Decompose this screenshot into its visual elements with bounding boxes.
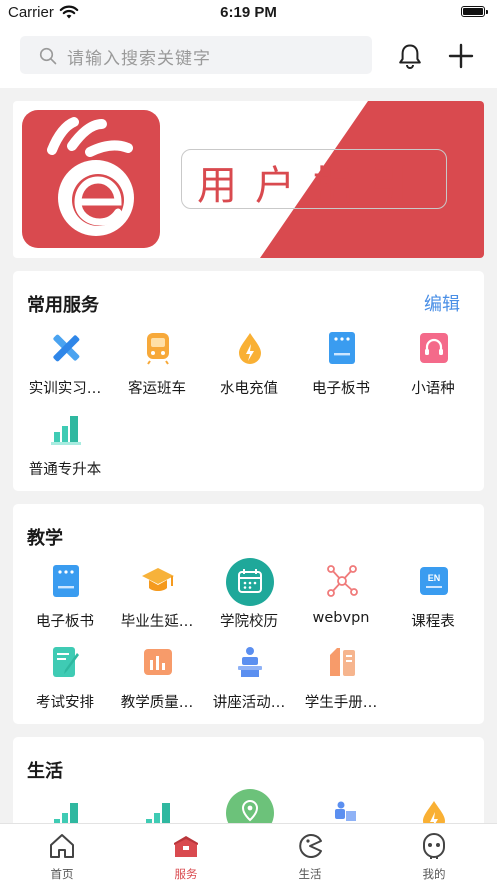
en-board-icon: EN	[420, 567, 448, 595]
service-item[interactable]: 小语种	[387, 331, 479, 401]
speaker-podium-icon	[238, 647, 262, 677]
service-item[interactable]: 电子板书	[19, 564, 111, 634]
tab-life[interactable]: 生活	[248, 824, 372, 884]
service-item[interactable]: 讲座活动…	[203, 645, 295, 715]
svg-text:EN: EN	[428, 573, 441, 583]
ruler-pencil-icon	[53, 334, 80, 362]
e-board-icon	[53, 565, 79, 597]
service-item[interactable]: 普通专升本	[19, 412, 111, 482]
train-icon	[147, 333, 169, 365]
bar-chart-icon	[51, 416, 81, 445]
teaching-card: 教学 电子板书 毕业生延… 学院校历 webvpn EN 课程表 考试安排 教学…	[13, 504, 484, 724]
app-logo	[22, 110, 160, 248]
search-input[interactable]: 请输入搜索关键字	[20, 36, 372, 74]
network-icon	[327, 565, 358, 597]
service-item[interactable]: 学院校历	[203, 558, 295, 634]
exam-pen-icon	[53, 647, 79, 677]
guide-banner[interactable]: 用户指引	[13, 101, 484, 258]
tab-mine[interactable]: 我的	[372, 824, 496, 884]
face-icon	[423, 833, 445, 859]
calendar-icon	[226, 558, 274, 606]
add-icon[interactable]	[447, 42, 475, 70]
service-item[interactable]: 毕业生延…	[111, 564, 203, 634]
battery-icon	[461, 6, 488, 17]
service-item[interactable]: EN 课程表	[387, 564, 479, 634]
tab-service[interactable]: 服务	[124, 824, 248, 884]
service-item[interactable]: 考试安排	[19, 645, 111, 715]
status-bar: Carrier 6:19 PM	[0, 0, 497, 26]
section-title: 常用服务	[27, 295, 99, 316]
edit-button[interactable]: 编辑	[424, 290, 460, 316]
headset-icon	[420, 333, 448, 363]
service-item[interactable]: 水电充值	[203, 331, 295, 401]
home-icon	[50, 834, 74, 858]
top-bar: 请输入搜索关键字	[0, 26, 497, 88]
tab-bar: 首页 服务 生活 我的	[0, 823, 497, 884]
handbook-icon	[330, 648, 355, 676]
clock: 6:19 PM	[220, 4, 277, 21]
logo-mark	[47, 117, 134, 236]
search-icon	[39, 47, 57, 65]
service-icon	[174, 836, 198, 857]
service-item[interactable]: 电子板书	[295, 331, 387, 401]
service-item[interactable]: webvpn	[295, 564, 387, 634]
search-placeholder: 请输入搜索关键字	[67, 49, 211, 69]
e-board-icon	[329, 332, 355, 364]
bell-icon[interactable]	[396, 42, 424, 70]
service-item[interactable]: 学生手册…	[295, 645, 387, 715]
section-title: 教学	[27, 528, 63, 549]
banner-title: 用户指引	[197, 163, 429, 209]
service-item[interactable]: 教学质量…	[111, 645, 203, 715]
water-drop-bolt-icon	[239, 333, 261, 364]
tab-home[interactable]: 首页	[0, 824, 124, 884]
graduation-cap-icon	[142, 568, 174, 591]
service-item[interactable]: 客运班车	[111, 331, 203, 401]
pacman-icon	[299, 834, 322, 858]
common-services-card: 常用服务 编辑 实训实习… 客运班车 水电充值 电子板书 小语种 普通专升本	[13, 271, 484, 491]
service-item[interactable]: 实训实习…	[19, 331, 111, 401]
quality-chart-icon	[144, 649, 172, 675]
section-title: 生活	[27, 761, 63, 782]
